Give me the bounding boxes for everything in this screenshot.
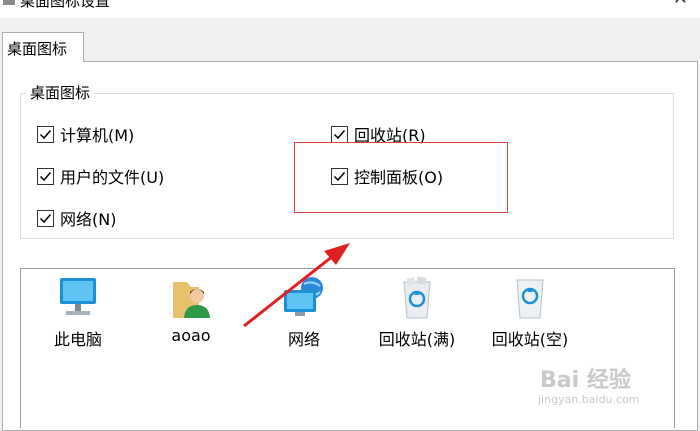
- recycle-bin-full-icon: [403, 276, 431, 319]
- checkbox-box[interactable]: [37, 209, 54, 227]
- checkbox-computer[interactable]: 计算机(M): [37, 122, 134, 146]
- check-icon: [333, 129, 346, 139]
- title-bar: 桌面图标设置 ✕: [0, 0, 700, 18]
- list-item-network[interactable]: 网络: [259, 274, 349, 350]
- network-icon: [284, 277, 323, 316]
- close-icon[interactable]: ✕: [673, 0, 688, 9]
- list-item-recycle-bin-empty[interactable]: 回收站(空): [485, 274, 575, 350]
- list-item-recycle-bin-full[interactable]: 回收站(满): [372, 274, 462, 350]
- user-folder-icon: [173, 282, 210, 318]
- checkbox-label: 用户的文件(U): [60, 168, 165, 187]
- checkbox-network[interactable]: 网络(N): [37, 206, 116, 230]
- checkbox-label: 计算机(M): [60, 126, 135, 145]
- checkbox-box[interactable]: [37, 167, 54, 185]
- list-item-this-pc[interactable]: 此电脑: [33, 274, 123, 350]
- group-legend: 桌面图标: [26, 82, 95, 103]
- computer-icon: [60, 278, 96, 315]
- check-icon: [39, 171, 52, 181]
- window-title: 桌面图标设置: [20, 0, 111, 10]
- tab-desktop-icons[interactable]: 桌面图标: [2, 32, 84, 62]
- highlight-box: [294, 142, 508, 213]
- item-label: 回收站(满): [378, 330, 456, 349]
- tab-label: 桌面图标: [7, 40, 68, 58]
- item-label: 回收站(空): [491, 330, 569, 349]
- recycle-bin-empty-icon: [516, 279, 544, 319]
- settings-icon: [3, 0, 15, 5]
- item-label: 网络: [287, 330, 320, 349]
- list-item-user-folder[interactable]: aoao: [146, 274, 236, 345]
- watermark-url: jingyan.baidu.com: [538, 393, 640, 406]
- checkbox-user-files[interactable]: 用户的文件(U): [37, 164, 164, 188]
- check-icon: [39, 129, 52, 139]
- checkbox-box[interactable]: [37, 125, 54, 143]
- item-label: 此电脑: [53, 330, 102, 349]
- watermark-brand: Bai 经验: [540, 368, 631, 393]
- item-label: aoao: [171, 326, 211, 345]
- check-icon: [39, 213, 52, 223]
- checkbox-label: 网络(N): [60, 210, 117, 229]
- checkbox-box[interactable]: [331, 125, 348, 143]
